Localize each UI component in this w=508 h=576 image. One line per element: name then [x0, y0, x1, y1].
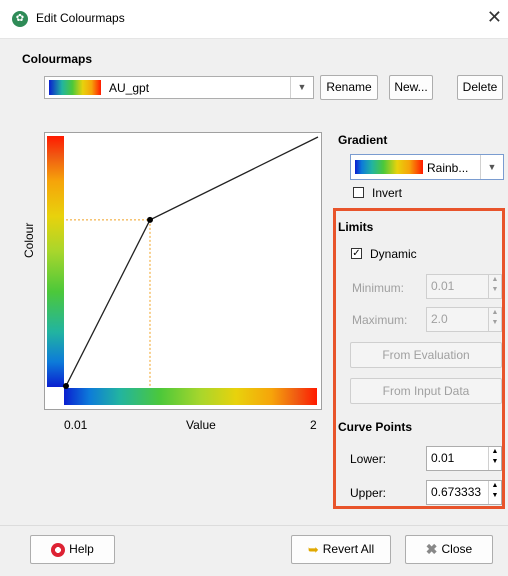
value-axis-gradient: [64, 388, 317, 405]
rename-button[interactable]: Rename: [320, 75, 378, 100]
revert-all-button[interactable]: ➥ Revert All: [291, 535, 391, 564]
maximum-label: Maximum:: [352, 313, 408, 327]
revert-all-label: Revert All: [322, 542, 375, 556]
help-label: Help: [69, 542, 94, 556]
gradient-heading: Gradient: [338, 133, 388, 147]
colour-axis-gradient: [47, 136, 64, 387]
chevron-down-icon[interactable]: ▼: [480, 155, 503, 179]
limits-heading: Limits: [338, 220, 374, 234]
maximum-value: 2.0: [431, 312, 448, 326]
upper-spinbox[interactable]: 0.673333 ▲ ▼: [426, 480, 502, 505]
window-title: Edit Colourmaps: [36, 11, 125, 25]
close-x-icon: ✖: [425, 541, 438, 558]
revert-arrow-icon: ➥: [307, 542, 319, 558]
close-button[interactable]: ✖ Close: [405, 535, 493, 564]
footer-divider: [0, 525, 508, 526]
delete-button[interactable]: Delete: [457, 75, 503, 100]
spinner-arrows-icon[interactable]: ▲ ▼: [488, 308, 501, 331]
minimum-spinbox[interactable]: 0.01 ▲ ▼: [426, 274, 502, 299]
spinner-arrows-icon[interactable]: ▲ ▼: [488, 275, 501, 298]
lifebuoy-icon: [51, 542, 66, 557]
spinner-arrows-icon[interactable]: ▲ ▼: [488, 481, 501, 504]
upper-value: 0.673333: [431, 485, 482, 499]
title-bar: ✿ Edit Colourmaps ✕: [0, 0, 508, 39]
colourmap-swatch: [49, 80, 101, 95]
lower-value: 0.01: [431, 451, 455, 465]
dynamic-checkbox[interactable]: ✓: [351, 248, 362, 259]
invert-label: Invert: [372, 186, 403, 200]
x-tick-max: 2: [310, 418, 317, 432]
minimum-label: Minimum:: [352, 281, 405, 295]
maximum-spinbox[interactable]: 2.0 ▲ ▼: [426, 307, 502, 332]
invert-checkbox[interactable]: [353, 187, 364, 198]
y-axis-title: Colour: [22, 222, 36, 258]
chevron-down-icon[interactable]: ▼: [290, 77, 313, 98]
lower-spinbox[interactable]: 0.01 ▲ ▼: [426, 446, 502, 471]
colourmap-selected-label: AU_gpt: [109, 81, 150, 95]
minimum-value: 0.01: [431, 279, 455, 293]
curve-plot[interactable]: [44, 132, 322, 410]
close-window-icon[interactable]: ✕: [487, 7, 502, 28]
gradient-swatch: [355, 160, 423, 174]
gradient-selected-label: Rainb...: [427, 161, 469, 175]
close-label: Close: [441, 542, 473, 556]
gradient-select[interactable]: Rainb... ▼: [350, 154, 504, 180]
curve-points-heading: Curve Points: [338, 420, 413, 434]
new-button[interactable]: New...: [389, 75, 433, 100]
spinner-arrows-icon[interactable]: ▲ ▼: [488, 447, 501, 470]
colourmaps-heading: Colourmaps: [22, 52, 93, 66]
help-button[interactable]: Help: [30, 535, 115, 564]
colourmap-select[interactable]: AU_gpt ▼: [44, 76, 314, 99]
from-evaluation-button[interactable]: From Evaluation: [350, 342, 502, 368]
upper-label: Upper:: [350, 486, 387, 500]
x-axis-title: Value: [186, 418, 216, 432]
from-input-data-button[interactable]: From Input Data: [350, 378, 502, 404]
app-icon: ✿: [12, 11, 28, 27]
lower-label: Lower:: [350, 452, 387, 466]
dynamic-label: Dynamic: [370, 247, 417, 261]
x-tick-min: 0.01: [64, 418, 88, 432]
